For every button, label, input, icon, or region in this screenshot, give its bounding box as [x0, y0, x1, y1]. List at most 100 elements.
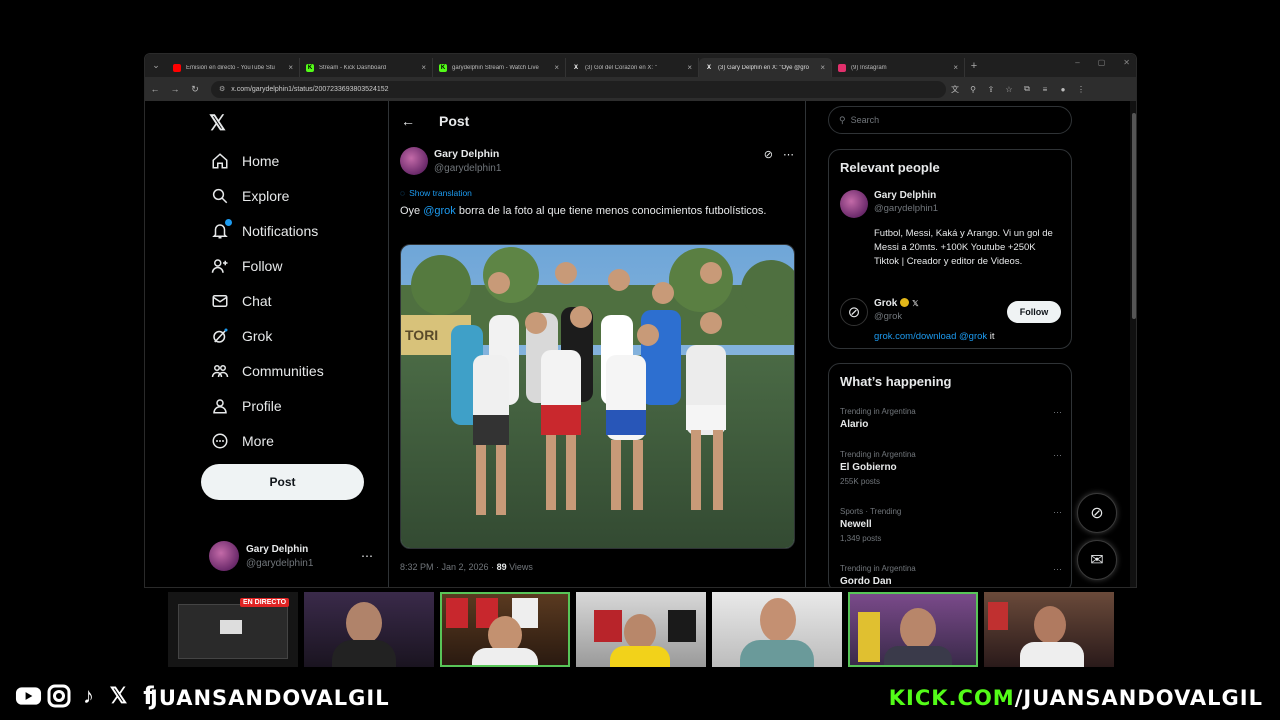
person-grok[interactable]: ⊘ Grok 𝕏 @grok — [840, 297, 919, 326]
tab-kick-dashboard[interactable]: K Stream - Kick Dashboard × — [300, 58, 433, 77]
more-dots-icon[interactable]: ⋯ — [1053, 507, 1062, 518]
post-photo[interactable]: TORI — [400, 244, 795, 549]
nav-notifications[interactable]: Notifications — [210, 217, 318, 245]
close-tab-icon[interactable]: × — [687, 63, 692, 72]
menu-icon[interactable]: ⋮ — [1072, 85, 1090, 94]
trend-item[interactable]: Trending in Argentina El Gobierno 255K p… — [840, 450, 1062, 486]
tab-search-icon[interactable]: ⌄ — [145, 54, 167, 77]
profile-icon[interactable]: ● — [1054, 85, 1072, 94]
extensions-icon[interactable]: ⧉ — [1018, 84, 1036, 94]
post-meta: 8:32 PM · Jan 2, 2026 · 89 Views — [400, 562, 533, 572]
x-logo-icon[interactable]: 𝕏 — [209, 111, 226, 136]
more-dots-icon[interactable]: ⋯ — [1053, 564, 1062, 575]
nav-chat[interactable]: Chat — [210, 287, 272, 315]
back-icon[interactable]: ← — [145, 84, 165, 94]
url-text: x.com/garydelphin1/status/20072336938035… — [231, 85, 389, 93]
person-name[interactable]: Grok — [874, 298, 897, 309]
tab-title: garydelphin Stream - Watch Live — [452, 64, 539, 71]
bookmark-star-icon[interactable]: ☆ — [1000, 85, 1018, 94]
translate-icon[interactable]: 文 — [946, 84, 964, 95]
close-tab-icon[interactable]: × — [288, 63, 293, 72]
person-bio: grok.com/download @grok it — [874, 331, 995, 342]
post-author[interactable]: Gary Delphin @garydelphin1 — [400, 147, 501, 175]
account-switcher[interactable]: Gary Delphin @garydelphin1 ⋯ — [209, 541, 373, 571]
scrollbar[interactable] — [1130, 101, 1136, 587]
url-field[interactable]: ⚙ x.com/garydelphin1/status/200723369380… — [211, 80, 946, 98]
tab-title: (3) Gary Delphin en X: "Oye @gro — [718, 64, 809, 71]
close-tab-icon[interactable]: × — [953, 63, 958, 72]
author-handle[interactable]: @garydelphin1 — [434, 163, 501, 174]
window-controls: – ▢ ✕ — [1075, 58, 1130, 67]
bio-link[interactable]: grok.com/download @grok — [874, 331, 987, 342]
close-tab-icon[interactable]: × — [820, 63, 825, 72]
nav-profile[interactable]: Profile — [210, 392, 282, 420]
address-bar: ← → ↻ ⚙ x.com/garydelphin1/status/200723… — [145, 77, 1136, 101]
grok-fab-icon[interactable]: ⊘ — [1077, 493, 1117, 533]
minimize-icon[interactable]: – — [1075, 58, 1079, 67]
site-info-icon[interactable]: ⚙ — [219, 85, 225, 93]
grok-icon[interactable]: ⊘ — [764, 148, 773, 161]
nav-follow[interactable]: Follow — [210, 252, 282, 280]
person-gary[interactable]: Gary Delphin @garydelphin1 — [840, 190, 938, 218]
nav-more[interactable]: More — [210, 427, 274, 455]
zoom-icon[interactable]: ⚲ — [964, 85, 982, 94]
youtube-icon — [15, 684, 42, 708]
streamer-handle: JUANSANDOVALGIL — [150, 686, 390, 710]
card-title: What’s happening — [840, 374, 952, 389]
share-icon[interactable]: ⇪ — [982, 85, 1000, 94]
more-dots-icon[interactable]: ⋯ — [361, 549, 373, 563]
trend-context: Trending in Argentina — [840, 407, 916, 416]
avatar[interactable] — [400, 147, 428, 175]
home-icon — [210, 151, 230, 171]
kick-favicon-icon: K — [306, 63, 314, 72]
nav-grok[interactable]: Grok — [210, 322, 272, 350]
tab-kick-stream[interactable]: K garydelphin Stream - Watch Live × — [433, 58, 566, 77]
messages-fab-icon[interactable]: ✉ — [1077, 540, 1117, 580]
tab-instagram[interactable]: (9) Instagram × — [832, 58, 965, 77]
more-dots-icon[interactable]: ⋯ — [783, 148, 794, 161]
reload-icon[interactable]: ↻ — [185, 84, 205, 95]
nav-label: Notifications — [242, 223, 319, 239]
x-favicon-icon: X — [573, 64, 578, 71]
author-name[interactable]: Gary Delphin — [434, 148, 501, 160]
stream-preview-cam: EN DIRECTO — [168, 592, 298, 667]
tab-title: (3) Gol del Corazón en X: " — [585, 64, 657, 71]
maximize-icon[interactable]: ▢ — [1098, 58, 1106, 67]
post-timestamp[interactable]: 8:32 PM · Jan 2, 2026 · — [400, 562, 497, 572]
nav-home[interactable]: Home — [210, 147, 279, 175]
post-button[interactable]: Post — [201, 464, 364, 500]
grok-avatar-icon[interactable]: ⊘ — [840, 298, 868, 326]
trend-item[interactable]: Trending in Argentina Gordo Dan ⋯ — [840, 564, 1062, 587]
follow-button[interactable]: Follow — [1007, 301, 1061, 323]
trend-item[interactable]: Trending in Argentina Alario ⋯ — [840, 407, 1062, 430]
search-input[interactable]: ⚲ Search — [828, 106, 1072, 134]
close-window-icon[interactable]: ✕ — [1123, 58, 1130, 67]
show-translation-link[interactable]: ◌ Show translation — [400, 188, 472, 198]
trend-name: Newell — [840, 519, 872, 530]
more-circle-icon — [210, 431, 230, 451]
webcam-2 — [304, 592, 434, 667]
person-name[interactable]: Gary Delphin — [874, 190, 938, 201]
nav-communities[interactable]: Communities — [210, 357, 324, 385]
bio-text: it — [987, 331, 995, 342]
back-arrow-icon[interactable]: ← — [401, 113, 421, 129]
forward-icon[interactable]: → — [165, 84, 185, 94]
scrollbar-thumb[interactable] — [1132, 113, 1136, 319]
nav-explore[interactable]: Explore — [210, 182, 289, 210]
media-icon[interactable]: ≡ — [1036, 85, 1054, 94]
banner-text: TORI — [405, 327, 438, 343]
new-tab-icon[interactable]: + — [965, 60, 983, 72]
view-count: 89 — [496, 562, 507, 572]
tab-x-gary-delphin[interactable]: X (3) Gary Delphin en X: "Oye @gro × — [699, 58, 832, 77]
kick-channel: KICK.COM/JUANSANDOVALGIL — [889, 686, 1263, 710]
more-dots-icon[interactable]: ⋯ — [1053, 407, 1062, 418]
close-tab-icon[interactable]: × — [554, 63, 559, 72]
tab-x-gol-corazon[interactable]: X (3) Gol del Corazón en X: " × — [566, 58, 699, 77]
more-dots-icon[interactable]: ⋯ — [1053, 450, 1062, 461]
tab-youtube-studio[interactable]: Emisión en directo - YouTube Stu × — [167, 58, 300, 77]
mention-link[interactable]: @grok — [423, 205, 456, 217]
close-tab-icon[interactable]: × — [421, 63, 426, 72]
nav-label: Explore — [242, 188, 290, 204]
avatar[interactable] — [840, 190, 868, 218]
trend-item[interactable]: Sports · Trending Newell 1,349 posts ⋯ — [840, 507, 1062, 543]
